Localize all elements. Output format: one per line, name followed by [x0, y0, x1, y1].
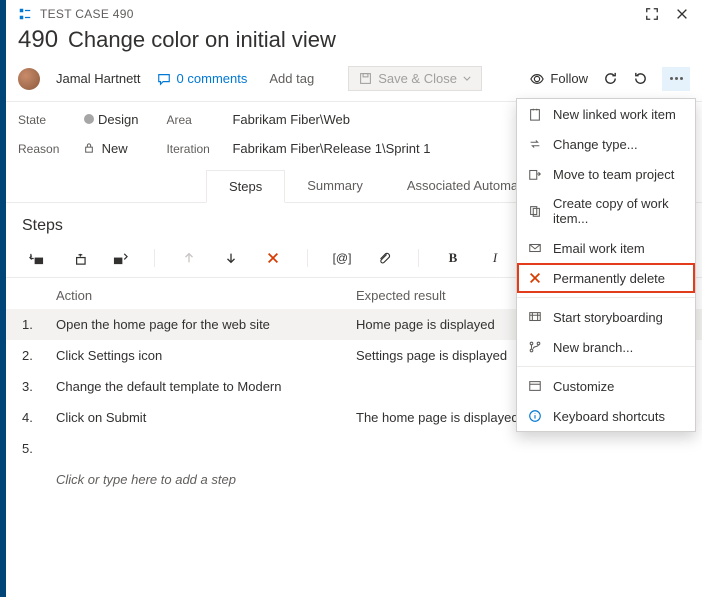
- mention-icon[interactable]: [@]: [334, 250, 350, 266]
- menu-keyboard-shortcuts[interactable]: Keyboard shortcuts: [517, 401, 695, 431]
- work-item-type-label: TEST CASE 490: [40, 7, 134, 21]
- new-linked-icon: [527, 106, 543, 122]
- lock-icon: [84, 143, 94, 153]
- move-icon: [527, 166, 543, 182]
- work-item-id: 490: [18, 26, 58, 54]
- state-dot-icon: [84, 114, 94, 124]
- move-down-icon[interactable]: [223, 250, 239, 266]
- menu-separator: [517, 297, 695, 298]
- tab-steps[interactable]: Steps: [206, 170, 285, 203]
- storyboard-icon: [527, 309, 543, 325]
- col-action-header: Action: [56, 288, 356, 303]
- reason-value[interactable]: New: [84, 141, 128, 156]
- separator: [418, 249, 419, 267]
- menu-email-work-item[interactable]: Email work item: [517, 233, 695, 263]
- bold-icon[interactable]: B: [445, 250, 461, 266]
- step-action[interactable]: Click on Submit: [56, 410, 356, 425]
- add-tag-button[interactable]: Add tag: [263, 69, 320, 88]
- author-name[interactable]: Jamal Hartnett: [56, 71, 141, 86]
- separator: [154, 249, 155, 267]
- insert-shared-step-icon[interactable]: [70, 250, 86, 266]
- menu-change-type[interactable]: Change type...: [517, 129, 695, 159]
- revert-icon[interactable]: [632, 71, 648, 87]
- step-action[interactable]: Open the home page for the web site: [56, 317, 356, 332]
- italic-icon[interactable]: I: [487, 250, 503, 266]
- title-row: 490 Change color on initial view: [6, 24, 702, 62]
- more-actions-button[interactable]: [662, 67, 690, 91]
- insert-param-icon[interactable]: [112, 250, 128, 266]
- follow-button[interactable]: Follow: [530, 71, 588, 86]
- avatar[interactable]: [18, 68, 40, 90]
- comments-label: 0 comments: [177, 71, 248, 86]
- menu-create-copy[interactable]: Create copy of work item...: [517, 189, 695, 233]
- menu-new-branch[interactable]: New branch...: [517, 332, 695, 362]
- move-up-icon: [181, 250, 197, 266]
- refresh-icon[interactable]: [602, 71, 618, 87]
- tab-summary[interactable]: Summary: [285, 170, 385, 202]
- state-label: State: [18, 113, 72, 127]
- comments-link[interactable]: 0 comments: [157, 71, 248, 86]
- area-value[interactable]: Fabrikam Fiber\Web: [232, 112, 350, 127]
- insert-step-icon[interactable]: [28, 250, 44, 266]
- iteration-value[interactable]: Fabrikam Fiber\Release 1\Sprint 1: [232, 141, 430, 156]
- menu-move-team-project[interactable]: Move to team project: [517, 159, 695, 189]
- step-placeholder-row[interactable]: Click or type here to add a step: [6, 464, 702, 495]
- col-expected-header: Expected result: [356, 288, 446, 303]
- step-row[interactable]: 5.: [6, 433, 702, 464]
- more-actions-menu: New linked work item Change type... Move…: [516, 98, 696, 432]
- attachment-icon[interactable]: [376, 250, 392, 266]
- delete-step-icon[interactable]: [265, 250, 281, 266]
- change-type-icon: [527, 136, 543, 152]
- work-item-title[interactable]: Change color on initial view: [68, 27, 336, 53]
- delete-x-icon: [527, 270, 543, 286]
- step-action[interactable]: Click Settings icon: [56, 348, 356, 363]
- meta-row: Jamal Hartnett 0 comments Add tag Save &…: [6, 62, 702, 102]
- step-action[interactable]: Change the default template to Modern: [56, 379, 356, 394]
- reason-label: Reason: [18, 142, 72, 156]
- branch-icon: [527, 339, 543, 355]
- test-case-icon: [18, 7, 32, 21]
- area-label: Area: [166, 113, 220, 127]
- info-icon: [527, 408, 543, 424]
- save-and-close-button: Save & Close: [348, 66, 482, 91]
- separator: [307, 249, 308, 267]
- customize-icon: [527, 378, 543, 394]
- iteration-label: Iteration: [166, 142, 220, 156]
- menu-start-storyboarding[interactable]: Start storyboarding: [517, 302, 695, 332]
- menu-new-linked-work-item[interactable]: New linked work item: [517, 99, 695, 129]
- menu-customize[interactable]: Customize: [517, 371, 695, 401]
- state-value[interactable]: Design: [84, 112, 138, 127]
- header-row: TEST CASE 490: [6, 0, 702, 24]
- fullscreen-icon[interactable]: [644, 6, 660, 22]
- close-icon[interactable]: [674, 6, 690, 22]
- step-placeholder[interactable]: Click or type here to add a step: [56, 472, 356, 487]
- email-icon: [527, 240, 543, 256]
- menu-separator: [517, 366, 695, 367]
- menu-permanently-delete[interactable]: Permanently delete: [517, 263, 695, 293]
- copy-icon: [527, 203, 543, 219]
